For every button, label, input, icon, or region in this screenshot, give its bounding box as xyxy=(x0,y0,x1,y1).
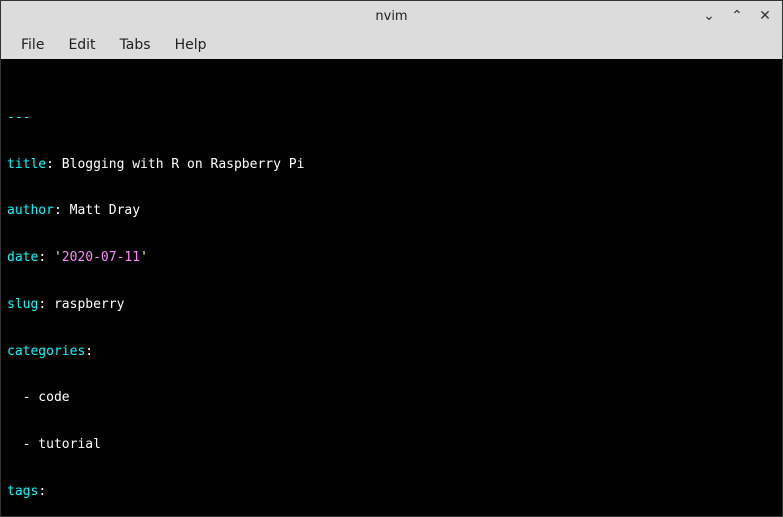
menubar: File Edit Tabs Help xyxy=(1,31,782,59)
terminal-area[interactable]: --- title: Blogging with R on Raspberry … xyxy=(1,59,782,516)
menu-file[interactable]: File xyxy=(11,33,54,57)
yaml-key-date: date xyxy=(7,250,38,265)
window-title: nvim xyxy=(1,9,782,24)
yaml-val-author: : Matt Dray xyxy=(54,203,140,218)
yaml-key-categories: categories xyxy=(7,344,85,359)
close-icon[interactable]: ✕ xyxy=(758,9,772,23)
minimize-icon[interactable]: ⌄ xyxy=(702,9,716,23)
maximize-icon[interactable]: ⌃ xyxy=(730,9,744,23)
yaml-cat-item: - tutorial xyxy=(7,437,776,453)
yaml-fence: --- xyxy=(7,110,30,125)
titlebar[interactable]: nvim ⌄ ⌃ ✕ xyxy=(1,1,782,31)
yaml-val-date: 2020-07-11 xyxy=(62,250,140,265)
yaml-val-title: : Blogging with R on Raspberry Pi xyxy=(46,157,304,172)
yaml-key-tags: tags xyxy=(7,484,38,499)
menu-tabs[interactable]: Tabs xyxy=(110,33,161,57)
menu-edit[interactable]: Edit xyxy=(58,33,105,57)
yaml-key-slug: slug xyxy=(7,297,38,312)
nvim-window: nvim ⌄ ⌃ ✕ File Edit Tabs Help --- title… xyxy=(0,0,783,517)
yaml-key-author: author xyxy=(7,203,54,218)
window-controls: ⌄ ⌃ ✕ xyxy=(702,9,782,23)
menu-help[interactable]: Help xyxy=(165,33,217,57)
yaml-val-slug: : raspberry xyxy=(38,297,124,312)
yaml-cat-item: - code xyxy=(7,390,776,406)
yaml-key-title: title xyxy=(7,157,46,172)
